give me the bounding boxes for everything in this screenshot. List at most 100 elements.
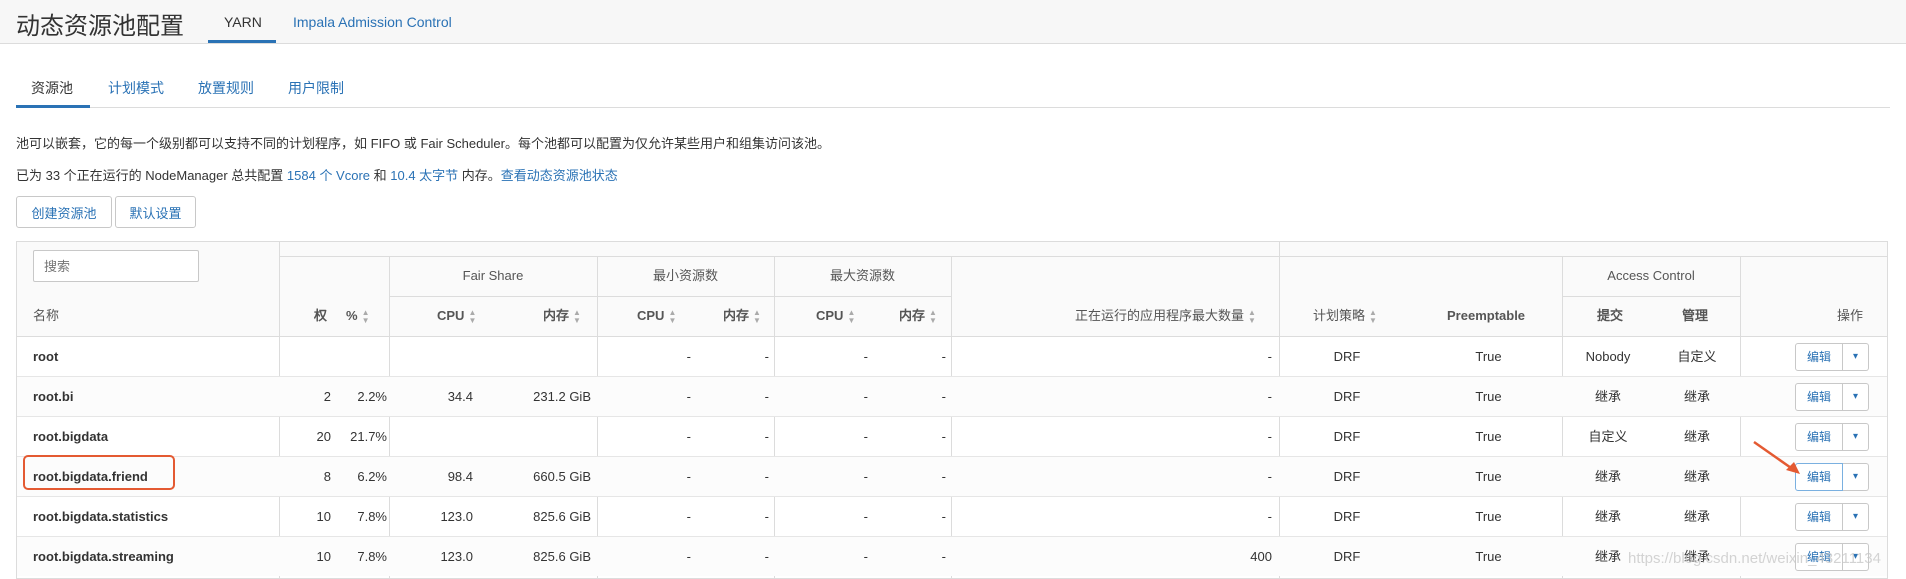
chevron-down-icon[interactable]: ▾ [1843, 383, 1869, 411]
col-min-mem[interactable]: 内存 ▲ ▼ [723, 296, 761, 336]
summary-suffix: 内存。 [458, 168, 501, 183]
col-max-mem[interactable]: 内存 ▲ ▼ [899, 296, 937, 336]
sort-icon: ▲ ▼ [753, 307, 761, 325]
cell-fs-mem: 660.5 GiB [533, 469, 591, 484]
table-row: root.bigdata 20 21.7% - - - - - DRF True 自定义 继承 编辑 ▾ [17, 416, 1887, 456]
sort-icon: ▲ ▼ [1369, 307, 1377, 325]
search-input[interactable] [33, 250, 199, 282]
cell-policy: DRF [1333, 509, 1361, 524]
cell-pool-name: root.bi [33, 389, 74, 404]
chevron-down-icon[interactable]: ▾ [1843, 503, 1869, 531]
cell-weight: 20 [316, 429, 331, 444]
cell-fs-cpu: 34.4 [447, 389, 473, 404]
cell-admin: 继承 [1683, 429, 1710, 444]
cell-preemptable: True [1475, 389, 1502, 404]
create-pool-button[interactable]: 创建资源池 [16, 196, 112, 228]
cell-policy: DRF [1333, 429, 1361, 444]
col-min-cpu[interactable]: CPU ▲ ▼ [637, 296, 676, 336]
col-policy-label: 计划策略 [1313, 308, 1366, 323]
cell-submit: 自定义 [1588, 429, 1628, 444]
memory-link[interactable]: 10.4 太字节 [390, 168, 458, 183]
col-max-apps[interactable]: 正在运行的应用程序最大数量 ▲ ▼ [1075, 296, 1256, 336]
cell-min-cpu: - [686, 509, 691, 524]
cell-weight: 10 [316, 509, 331, 524]
table-row: root.bigdata.streaming 10 7.8% 123.0 825.6 G… [17, 536, 1887, 576]
subtab-resource-pools[interactable]: 资源池 [31, 78, 73, 98]
col-min-mem-label: 内存 [723, 308, 750, 323]
cell-min-cpu: - [686, 429, 691, 444]
table-row: root - - - - - DRF True Nobody 自定义 编辑 ▾ [17, 336, 1887, 376]
tab-yarn[interactable]: YARN [224, 14, 262, 30]
cell-max-apps: 400 [1250, 549, 1272, 564]
vcore-link[interactable]: 1584 个 Vcore [287, 168, 370, 183]
cell-max-mem: - [941, 429, 946, 444]
chevron-down-icon[interactable]: ▾ [1843, 343, 1869, 371]
cell-min-mem: - [764, 549, 769, 564]
pool-description: 池可以嵌套，它的每一个级别都可以支持不同的计划程序，如 FIFO 或 Fair … [16, 136, 830, 151]
chevron-down-icon[interactable]: ▾ [1843, 423, 1869, 451]
cell-weight: 2 [323, 389, 331, 404]
edit-button-group: 编辑 ▾ [1795, 463, 1869, 491]
edit-button[interactable]: 编辑 [1795, 503, 1843, 531]
cell-min-mem: - [764, 389, 769, 404]
cell-max-mem: - [941, 549, 946, 564]
cell-max-apps: - [1267, 349, 1272, 364]
col-max-cpu[interactable]: CPU ▲ ▼ [816, 296, 855, 336]
col-fs-cpu[interactable]: CPU ▲ ▼ [437, 296, 476, 336]
edit-button[interactable]: 编辑 [1795, 343, 1843, 371]
subtab-user-limits[interactable]: 用户限制 [288, 78, 344, 98]
col-percent[interactable]: % ▲ ▼ [346, 296, 369, 336]
cell-fs-mem: 825.6 GiB [533, 549, 591, 564]
cell-max-cpu: - [863, 509, 868, 524]
cell-min-cpu: - [686, 349, 691, 364]
col-min-cpu-label: CPU [637, 308, 665, 323]
cell-percent: 7.8% [357, 509, 387, 524]
subtab-schedule-mode[interactable]: 计划模式 [108, 78, 164, 98]
cell-max-apps: - [1267, 469, 1272, 484]
active-tab-indicator [208, 40, 276, 43]
cell-admin: 自定义 [1677, 349, 1717, 364]
cell-preemptable: True [1475, 469, 1502, 484]
chevron-down-icon[interactable]: ▾ [1843, 463, 1869, 491]
col-fs-mem[interactable]: 内存 ▲ ▼ [543, 296, 581, 336]
cell-max-cpu: - [863, 549, 868, 564]
cell-preemptable: True [1475, 429, 1502, 444]
sort-icon: ▲ ▼ [847, 307, 856, 325]
arrow-annotation-icon [1753, 440, 1800, 474]
sort-icon: ▲ ▼ [468, 307, 477, 325]
col-weight-label: 权 [314, 308, 328, 323]
col-weight[interactable]: 权 [314, 296, 327, 336]
edit-button[interactable]: 编辑 [1795, 463, 1843, 491]
cell-max-cpu: - [863, 349, 868, 364]
col-policy[interactable]: 计划策略 ▲ ▼ [1313, 296, 1377, 336]
col-name: 名称 [33, 308, 60, 323]
default-settings-button[interactable]: 默认设置 [115, 196, 196, 228]
edit-button[interactable]: 编辑 [1795, 423, 1843, 451]
top-bar: 动态资源池配置 YARN Impala Admission Control [0, 0, 1906, 44]
watermark: https://blog.csdn.net/weixin_43211134 [1628, 550, 1881, 567]
page-title: 动态资源池配置 [16, 13, 184, 40]
tab-impala-admission-control[interactable]: Impala Admission Control [293, 14, 452, 30]
edit-button[interactable]: 编辑 [1795, 383, 1843, 411]
cell-fs-mem: 231.2 GiB [533, 389, 591, 404]
cell-preemptable: True [1475, 349, 1502, 364]
cell-fs-mem [473, 337, 591, 376]
sort-icon: ▲ ▼ [1248, 307, 1256, 325]
cell-submit: Nobody [1585, 349, 1631, 364]
cell-policy: DRF [1333, 389, 1361, 404]
view-pool-status-link[interactable]: 查看动态资源池状态 [501, 168, 618, 183]
cell-policy: DRF [1333, 549, 1361, 564]
col-actions: 操作 [1837, 308, 1864, 323]
edit-button-group: 编辑 ▾ [1795, 423, 1869, 451]
cell-max-cpu: - [863, 429, 868, 444]
cell-min-mem: - [764, 429, 769, 444]
cell-preemptable: True [1475, 509, 1502, 524]
cell-weight: 10 [316, 549, 331, 564]
cell-percent [331, 337, 387, 376]
subtab-placement-rules[interactable]: 放置规则 [198, 78, 254, 98]
cell-fs-mem [473, 417, 591, 456]
cell-fs-cpu: 123.0 [440, 509, 473, 524]
sort-icon: ▲ ▼ [668, 307, 677, 325]
cell-max-mem: - [941, 509, 946, 524]
summary-and: 和 [370, 168, 391, 183]
